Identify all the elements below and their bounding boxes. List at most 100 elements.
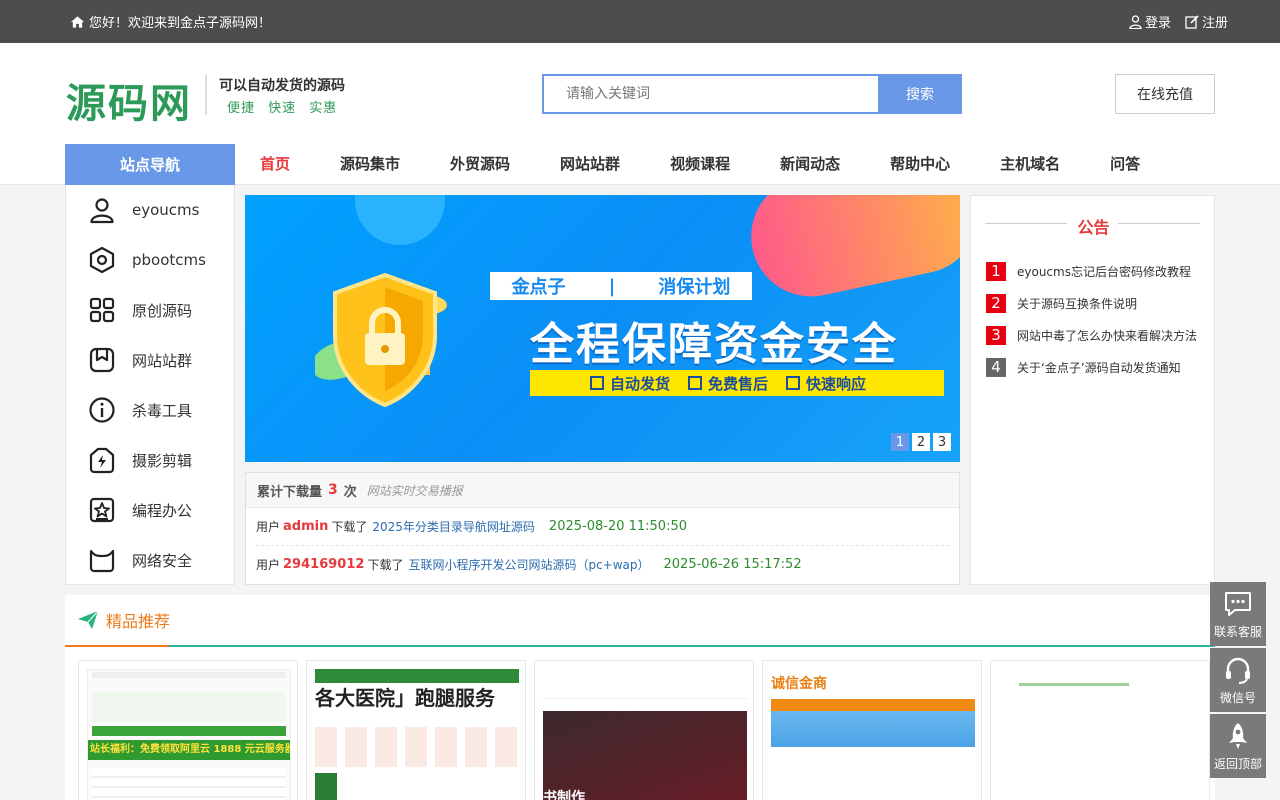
user-icon	[1129, 14, 1142, 29]
sidebar-item-programming[interactable]: 编程办公	[66, 485, 234, 535]
banner-headline: 全程保障资金安全	[530, 319, 898, 370]
headset-icon	[1226, 657, 1250, 684]
recommend-header: 精品推荐	[65, 595, 1215, 647]
download-feed: 累计下载量 3 次 网站实时交易播报 用户 admin 下载了 2025年分类目…	[245, 472, 960, 585]
sidebar-item-label: 网站站群	[132, 351, 193, 370]
contact-service-label: 联系客服	[1213, 624, 1262, 639]
nav-item-news[interactable]: 新闻动态	[780, 144, 840, 185]
banner-features: 自动发货 免费售后 快速响应	[530, 370, 944, 396]
sidebar-item-label: 摄影剪辑	[132, 451, 193, 470]
slogan: 可以自动发货的源码 便捷 快速 实惠	[205, 75, 345, 116]
notice-item[interactable]: 3 网站中毒了怎么办快来看解决方法	[986, 319, 1201, 351]
sidebar-item-label: 编程办公	[132, 501, 193, 520]
wechat-button[interactable]: 微信号	[1210, 648, 1266, 712]
welcome-message: 您好！欢迎来到金点子源码网！	[70, 12, 271, 31]
download-title-link[interactable]: 2025年分类目录导航网址源码	[372, 518, 535, 535]
banner-plan-label: 金点子 | 消保计划	[490, 272, 752, 300]
hexagon-icon	[89, 246, 115, 274]
search-button[interactable]: 搜索	[878, 74, 962, 114]
home-icon	[70, 15, 85, 28]
info-icon	[89, 397, 115, 423]
paper-plane-icon	[78, 610, 99, 629]
recommend-section: 精品推荐 站长福利：免费领取阿里云 1888 元云服务器红包 各大医院」跑腿服务	[65, 595, 1215, 800]
recharge-button[interactable]: 在线充值	[1115, 74, 1215, 114]
back-to-top-button[interactable]: 返回顶部	[1210, 714, 1266, 778]
product-card[interactable]	[990, 660, 1210, 800]
notice-panel: 公告 1 eyoucms忘记后台密码修改教程 2 关于源码互换条件说明 3 网站…	[970, 195, 1215, 585]
download-title-link[interactable]: 互联网小程序开发公司网站源码（pc+wap）	[408, 556, 649, 573]
notice-title: 公告	[1077, 218, 1110, 237]
product-card[interactable]: 站长福利：免费领取阿里云 1888 元云服务器红包	[78, 660, 298, 800]
sidebar-item-site-group[interactable]: 网站站群	[66, 335, 234, 385]
banner-page-2[interactable]: 2	[912, 433, 930, 451]
recommend-title: 精品推荐	[106, 612, 171, 631]
nav-item-site-group[interactable]: 网站站群	[560, 144, 620, 185]
notice-text: 关于源码互换条件说明	[1017, 296, 1138, 311]
search-input[interactable]	[542, 74, 878, 114]
nav-menu: 首页 源码集市 外贸源码 网站站群 视频课程 新闻动态 帮助中心 主机域名 问答	[235, 144, 1140, 185]
welcome-text: 您好！欢迎来到金点子源码网！	[89, 16, 272, 31]
search-box: 搜索	[542, 74, 962, 114]
notice-item[interactable]: 2 关于源码互换条件说明	[986, 287, 1201, 319]
download-count-label: 累计下载量	[257, 484, 323, 500]
notice-text: eyoucms忘记后台密码修改教程	[1017, 264, 1191, 279]
hero-banner[interactable]: 金点子 | 消保计划 全程保障资金安全 自动发货 免费售后 快速响应 1 2 3	[245, 195, 960, 462]
product-card[interactable]: 书制作	[534, 660, 754, 800]
sidebar-item-antivirus[interactable]: 杀毒工具	[66, 385, 234, 435]
sidebar-item-label: pbootcms	[132, 251, 206, 269]
sidebar-item-pbootcms[interactable]: pbootcms	[66, 235, 234, 285]
bookmark-icon	[89, 347, 115, 373]
sidebar-item-label: 原创源码	[132, 301, 193, 320]
login-label: 登录	[1144, 16, 1171, 31]
sidebar-item-label: eyoucms	[132, 201, 200, 219]
box-icon	[89, 549, 115, 573]
register-label: 注册	[1201, 16, 1228, 31]
wechat-label: 微信号	[1219, 690, 1256, 705]
chat-icon	[1225, 591, 1251, 616]
shield-lock-icon	[315, 272, 447, 408]
nav-item-foreign-source[interactable]: 外贸源码	[450, 144, 510, 185]
download-date: 2025-08-20 11:50:50	[548, 519, 687, 534]
download-count-unit: 次	[343, 484, 357, 500]
banner-page-3[interactable]: 3	[933, 433, 951, 451]
banner-decoration	[355, 195, 445, 245]
nav-item-hosting[interactable]: 主机域名	[1000, 144, 1060, 185]
nav-item-help[interactable]: 帮助中心	[890, 144, 950, 185]
nav-item-qa[interactable]: 问答	[1110, 144, 1140, 185]
nav-item-source-market[interactable]: 源码集市	[340, 144, 400, 185]
banner-brand: 金点子	[511, 277, 566, 298]
product-thumbnail: 站长福利：免费领取阿里云 1888 元云服务器红包	[87, 669, 291, 800]
site-logo[interactable]: 源码网	[66, 71, 192, 129]
auth-links: 登录 注册	[1129, 12, 1228, 31]
thumbnail-caption: 书制作	[543, 711, 747, 800]
notice-list: 1 eyoucms忘记后台密码修改教程 2 关于源码互换条件说明 3 网站中毒了…	[986, 255, 1201, 383]
sidebar-item-eyoucms[interactable]: eyoucms	[66, 185, 234, 235]
site-nav-button[interactable]: 站点导航	[65, 144, 235, 185]
sidebar-item-label: 杀毒工具	[132, 401, 193, 420]
notice-text: 网站中毒了怎么办快来看解决方法	[1017, 328, 1198, 343]
nav-item-home[interactable]: 首页	[260, 144, 290, 185]
banner-page-1[interactable]: 1	[891, 433, 909, 451]
notice-item[interactable]: 4 关于‘金点子’源码自动发货通知	[986, 351, 1201, 383]
contact-service-button[interactable]: 联系客服	[1210, 582, 1266, 646]
product-card[interactable]: 诚信金商	[762, 660, 982, 800]
slogan-main: 可以自动发货的源码	[219, 78, 345, 94]
banner-decoration	[740, 195, 960, 308]
sidebar-item-label: 网络安全	[132, 551, 193, 570]
product-card[interactable]: 各大医院」跑腿服务	[306, 660, 526, 800]
sidebar-item-original-source[interactable]: 原创源码	[66, 285, 234, 335]
sidebar-item-photo-edit[interactable]: 摄影剪辑	[66, 435, 234, 485]
banner-feature: 免费售后	[688, 373, 768, 394]
banner-pagination: 1 2 3	[891, 433, 951, 451]
notice-rank: 4	[986, 357, 1006, 377]
register-link[interactable]: 注册	[1185, 12, 1228, 31]
login-link[interactable]: 登录	[1129, 12, 1171, 31]
notice-item[interactable]: 1 eyoucms忘记后台密码修改教程	[986, 255, 1201, 287]
edit-icon	[1185, 14, 1199, 29]
download-action: 下载了	[331, 520, 368, 534]
download-prefix: 用户	[256, 557, 281, 572]
download-row: 用户 294169012 下载了 互联网小程序开发公司网站源码（pc+wap） …	[256, 545, 949, 582]
sidebar-item-network-security[interactable]: 网络安全	[66, 535, 234, 585]
download-row: 用户 admin 下载了 2025年分类目录导航网址源码 2025-08-20 …	[256, 508, 949, 545]
nav-item-video-course[interactable]: 视频课程	[670, 144, 730, 185]
